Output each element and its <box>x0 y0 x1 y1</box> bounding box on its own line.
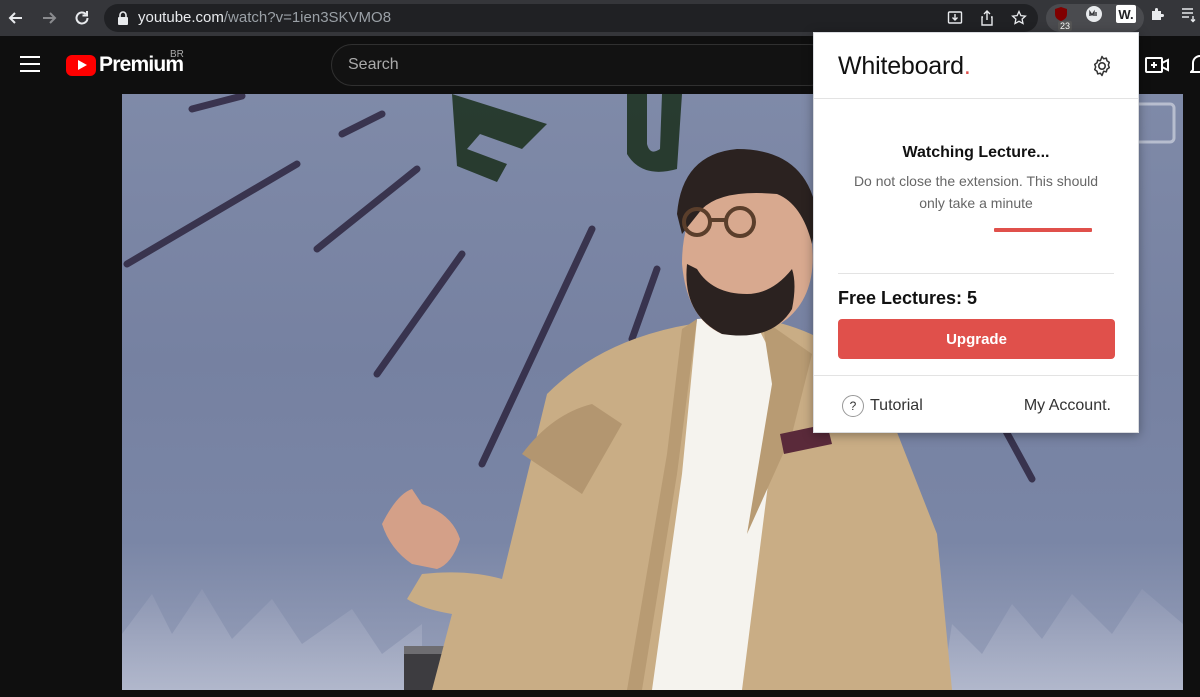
youtube-logo[interactable]: Premium <box>66 53 184 77</box>
url-path: /watch?v=1ien3SKVMO8 <box>223 9 392 26</box>
lock-icon[interactable] <box>114 9 132 27</box>
status-title: Watching Lecture... <box>902 144 1050 161</box>
search-placeholder: Search <box>348 56 399 73</box>
whiteboard-popup: Whiteboard. Watching Lecture... Do not c… <box>813 32 1139 433</box>
install-icon[interactable] <box>946 9 964 27</box>
free-lectures-label: Free Lectures: 5 <box>838 288 978 308</box>
whiteboard-extension-icon[interactable]: W. <box>1116 5 1136 23</box>
divider <box>838 273 1114 274</box>
back-icon[interactable] <box>4 6 28 30</box>
progress-bar <box>994 228 1092 232</box>
share-icon[interactable] <box>978 9 996 27</box>
star-icon[interactable] <box>1010 9 1028 27</box>
create-video-icon[interactable] <box>1144 52 1170 78</box>
puzzle-icon[interactable] <box>1149 5 1167 23</box>
country-code: BR <box>170 49 184 60</box>
brand-text: Whiteboard <box>838 52 964 80</box>
brand-dot: . <box>963 52 971 80</box>
browser-toolbar: youtube.com/watch?v=1ien3SKVMO8 23 W. <box>0 0 1200 36</box>
menu-icon[interactable] <box>20 56 40 72</box>
tutorial-label: Tutorial <box>870 397 923 414</box>
divider <box>814 375 1138 376</box>
tutorial-link[interactable]: ? Tutorial <box>842 395 923 417</box>
url-domain: youtube.com <box>138 9 224 26</box>
my-account-link[interactable]: My Account. <box>1024 397 1111 415</box>
popup-header: Whiteboard. <box>814 33 1138 99</box>
status-subtitle: Do not close the extension. This should … <box>853 173 1099 211</box>
bottom-strip <box>0 690 1200 697</box>
extension-icon[interactable] <box>1085 5 1103 23</box>
reload-icon[interactable] <box>70 6 94 30</box>
notifications-icon[interactable] <box>1188 52 1200 78</box>
brand-title: Whiteboard. <box>838 52 971 81</box>
gear-icon[interactable] <box>1090 54 1114 78</box>
help-icon: ? <box>842 395 864 417</box>
reading-list-icon[interactable] <box>1180 5 1198 23</box>
youtube-play-icon <box>66 54 96 76</box>
forward-icon[interactable] <box>37 6 61 30</box>
address-bar[interactable]: youtube.com/watch?v=1ien3SKVMO8 <box>104 4 1038 32</box>
upgrade-button[interactable]: Upgrade <box>838 319 1115 359</box>
search-input[interactable]: Search <box>331 44 831 86</box>
url-text: youtube.com/watch?v=1ien3SKVMO8 <box>138 9 391 26</box>
ublock-badge: 23 <box>1058 21 1073 31</box>
